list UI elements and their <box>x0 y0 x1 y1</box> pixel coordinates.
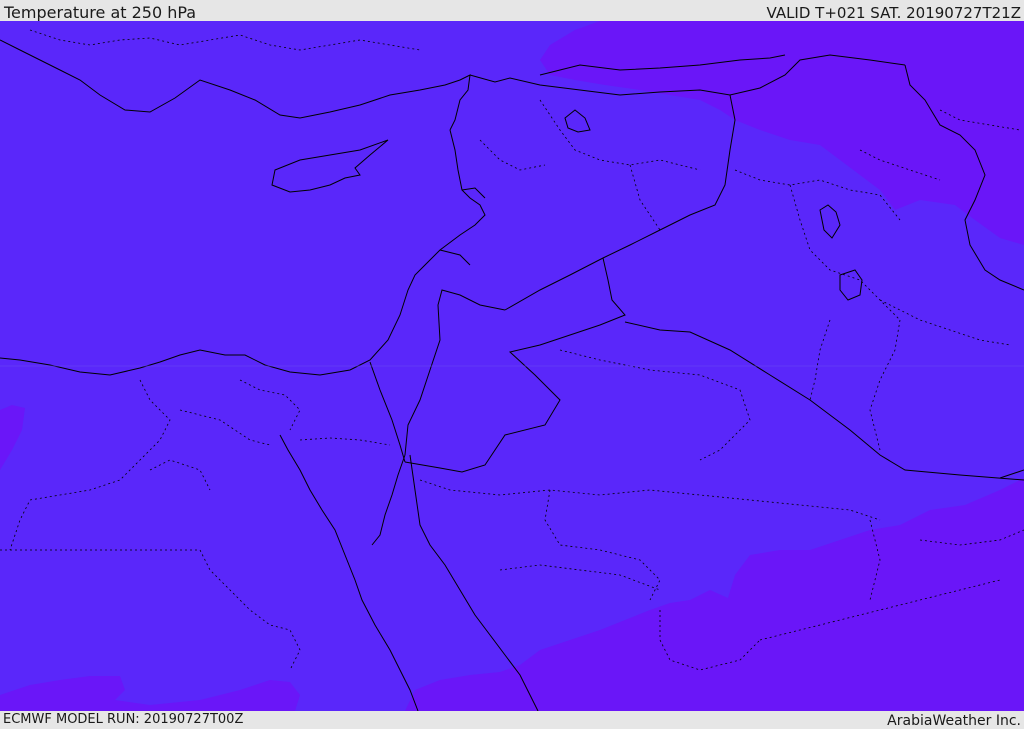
header-bar: Temperature at 250 hPa VALID T+021 SAT. … <box>0 0 1024 22</box>
brand-label: ArabiaWeather Inc. <box>887 713 1021 729</box>
valid-time: VALID T+021 SAT. 20190727T21Z <box>766 4 1021 22</box>
footer-bar: ECMWF MODEL RUN: 20190727T00Z ArabiaWeat… <box>0 711 1024 729</box>
map-title: Temperature at 250 hPa <box>4 3 197 22</box>
weather-map <box>0 21 1024 711</box>
model-run-label: ECMWF MODEL RUN: 20190727T00Z <box>3 712 244 727</box>
